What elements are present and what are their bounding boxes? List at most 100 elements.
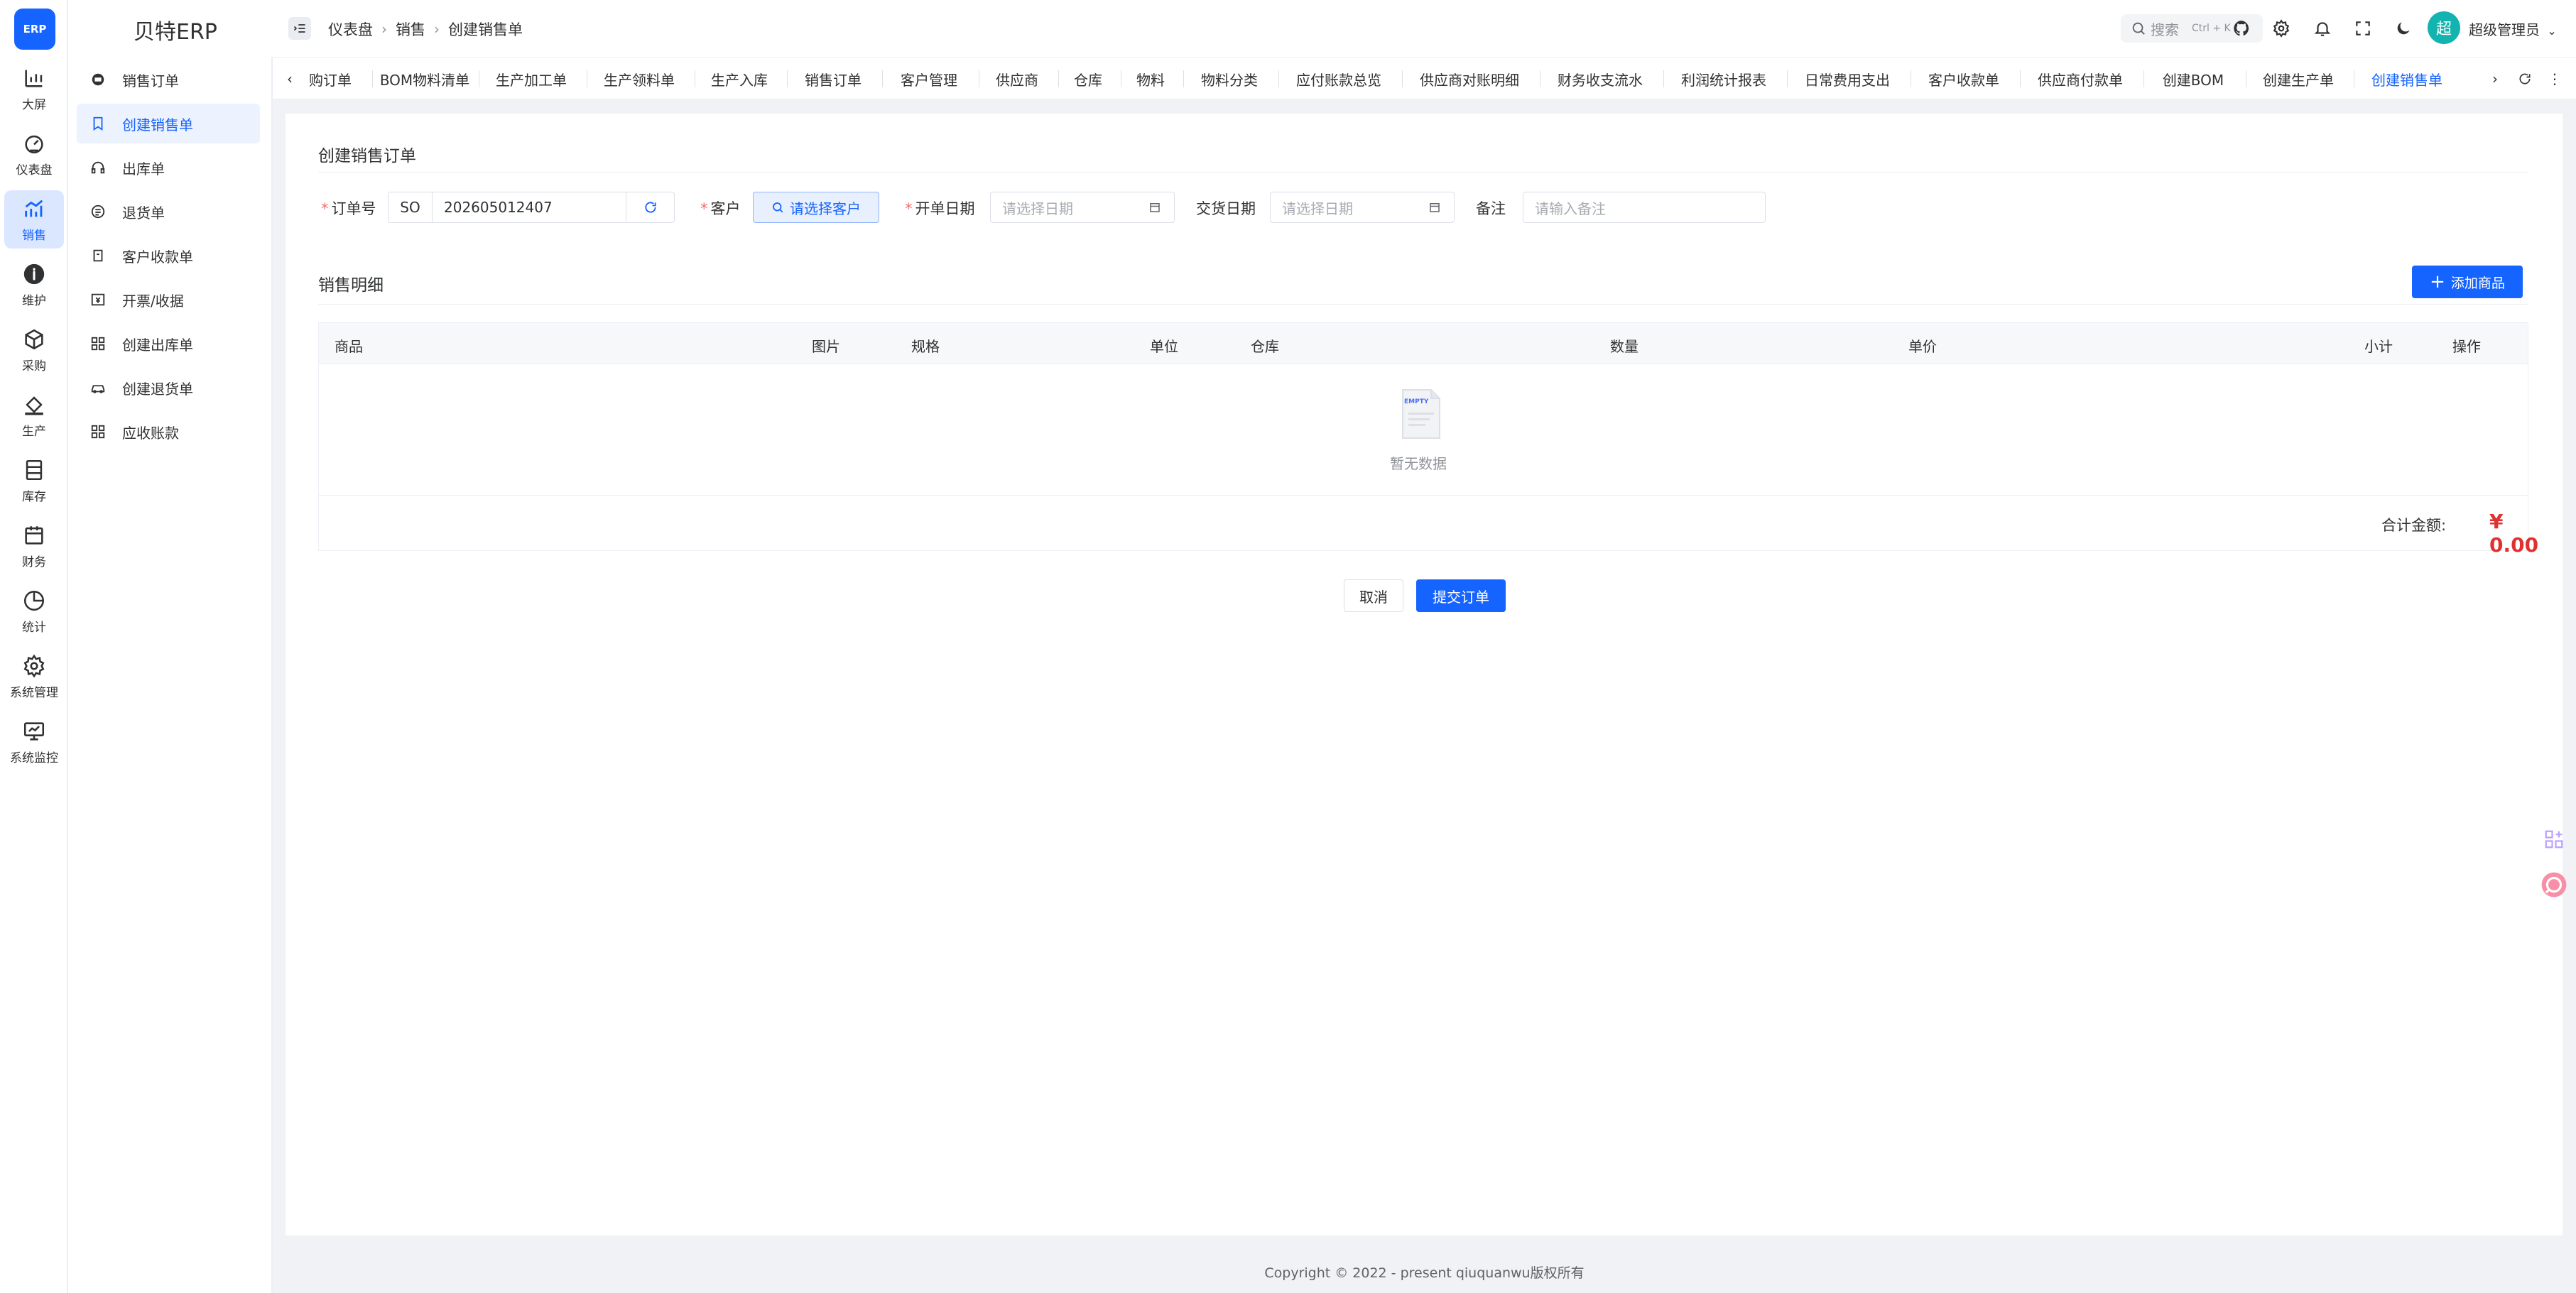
grid-plus-icon[interactable] [2540,825,2568,853]
submenu-item-returns[interactable]: 退货单 [77,192,260,231]
tab-item[interactable]: 利润统计报表 [1663,58,1784,100]
search-icon [771,201,784,214]
main-nav-rail: ERP 大屏 仪表盘 销售 维护 采购 生产 库存 财务 统计 系统管理 系统监… [0,0,68,1293]
column-header: 仓库 [1251,338,1279,355]
pie-chart-icon [22,589,46,613]
add-product-button[interactable]: + 添加商品 [2412,266,2523,298]
tab-item-active[interactable]: 创建销售单 [2354,58,2460,100]
tabs-scroll-right-icon[interactable]: › [2484,58,2506,100]
order-no-field[interactable]: SO 202605012407 [388,192,675,223]
tab-item[interactable]: 生产领料单 [587,58,692,100]
submenu-item-receivables[interactable]: 应收账款 [77,412,260,452]
invoice-icon [89,291,107,308]
tab-item[interactable]: 生产加工单 [479,58,584,100]
tab-item[interactable]: 财务收支流水 [1540,58,1661,100]
tab-item[interactable]: 供应商 [979,58,1055,100]
customer-label: * 客户 [700,200,741,217]
tab-item[interactable]: 销售订单 [787,58,879,100]
form-title: 创建销售订单 [318,147,416,165]
breadcrumb-item[interactable]: 销售 [396,18,425,40]
user-menu[interactable]: 超级管理员 ⌄ [2469,18,2557,39]
submit-order-button[interactable]: 提交订单 [1416,579,1506,612]
order-no-label: * 订单号 [321,200,376,217]
rail-item-dashboard[interactable]: 仪表盘 [4,125,64,183]
dark-mode-moon-icon[interactable] [2392,17,2415,40]
divider [318,172,2528,173]
car-icon [89,379,107,396]
app-logo[interactable]: ERP [14,9,55,50]
rail-item-maintenance[interactable]: 维护 [4,256,64,314]
rail-item-system[interactable]: 系统管理 [4,648,64,706]
rail-item-monitor[interactable]: 系统监控 [4,713,64,771]
user-avatar[interactable]: 超 [2428,11,2460,44]
refresh-tab-icon[interactable] [2514,58,2536,100]
search-icon [2131,21,2146,36]
rail-item-purchase[interactable]: 采购 [4,321,64,379]
tab-item[interactable]: 仓库 [1058,58,1118,100]
tab-item[interactable]: 应付账款总览 [1278,58,1399,100]
calendar-icon [1428,201,1441,214]
github-icon[interactable] [2230,17,2253,40]
bell-icon[interactable] [2311,17,2334,40]
tab-item[interactable]: 客户收款单 [1911,58,2017,100]
refresh-order-no-icon[interactable] [626,192,674,222]
rail-item-screen[interactable]: 大屏 [4,60,64,118]
more-vertical-icon[interactable]: ⋮ [2544,58,2565,100]
box-icon [22,327,46,351]
submenu-item-create-sales[interactable]: 创建销售单 [77,104,260,143]
total-row: 合计金额: ¥ 0.00 [319,495,2538,557]
column-header: 单价 [1908,338,1937,355]
submenu-item-outbound[interactable]: 出库单 [77,148,260,187]
calendar-icon [1148,201,1161,214]
submenu-item-sales-orders[interactable]: 销售订单 [77,60,260,99]
open-date-picker[interactable]: 请选择日期 [990,192,1175,223]
order-icon [89,71,107,88]
remark-input[interactable]: 请输入备注 [1523,192,1766,223]
tab-item[interactable]: 生产入库 [695,58,784,100]
fullscreen-icon[interactable] [2352,17,2374,40]
sales-submenu: 销售订单 创建销售单 出库单 退货单 客户收款单 开票/收据 创建出库单 创建退… [68,57,273,1293]
column-header: 规格 [911,338,940,355]
menu-fold-icon[interactable] [288,17,311,40]
tab-item[interactable]: 创建BOM [2143,58,2243,100]
column-header: 图片 [812,338,840,355]
breadcrumb-item-current: 创建销售单 [448,21,523,38]
order-no-value[interactable]: 202605012407 [433,199,626,216]
app-name: 贝特ERP [134,20,217,45]
tab-item[interactable]: 购订单 [291,58,369,100]
tab-item[interactable]: 物料 [1121,58,1180,100]
rail-item-production[interactable]: 生产 [4,386,64,444]
tab-item[interactable]: BOM物料清单 [372,58,477,100]
submenu-item-invoices[interactable]: 开票/收据 [77,280,260,320]
bookmark-icon [89,115,107,132]
search-placeholder: 搜索 [2151,21,2179,38]
tab-item[interactable]: 创建生产单 [2246,58,2351,100]
plus-icon: + [2430,271,2445,293]
tab-item[interactable]: 供应商对账明细 [1402,58,1537,100]
info-icon [22,262,46,286]
rail-item-sales[interactable]: 销售 [4,190,64,249]
rail-item-finance[interactable]: 财务 [4,517,64,575]
tab-item[interactable]: 日常费用支出 [1787,58,1908,100]
cancel-button[interactable]: 取消 [1344,579,1403,612]
dashboard-icon [22,131,46,156]
order-prefix: SO [388,192,433,222]
grid-icon [89,423,107,440]
tab-item[interactable]: 供应商付款单 [2020,58,2141,100]
breadcrumb: 仪表盘 › 销售 › 创建销售单 [328,18,523,40]
submenu-item-create-return[interactable]: 创建退货单 [77,368,260,408]
page-tabs: ‹ 购订单 BOM物料清单 生产加工单 生产领料单 生产入库 销售订单 客户管理… [273,57,2576,99]
rail-item-inventory[interactable]: 库存 [4,452,64,510]
settings-icon[interactable] [2270,17,2293,40]
sales-chart-icon [22,197,46,221]
submenu-item-create-outbound[interactable]: 创建出库单 [77,324,260,364]
rail-item-statistics[interactable]: 统计 [4,582,64,640]
select-customer-button[interactable]: 请选择客户 [753,192,879,223]
tab-item[interactable]: 物料分类 [1183,58,1276,100]
delivery-date-picker[interactable]: 请选择日期 [1270,192,1455,223]
breadcrumb-item[interactable]: 仪表盘 [328,18,373,40]
tab-item[interactable]: 客户管理 [882,58,976,100]
assistant-icon[interactable] [2540,871,2568,899]
bar-chart-icon [22,66,46,90]
submenu-item-customer-receipts[interactable]: 客户收款单 [77,236,260,275]
